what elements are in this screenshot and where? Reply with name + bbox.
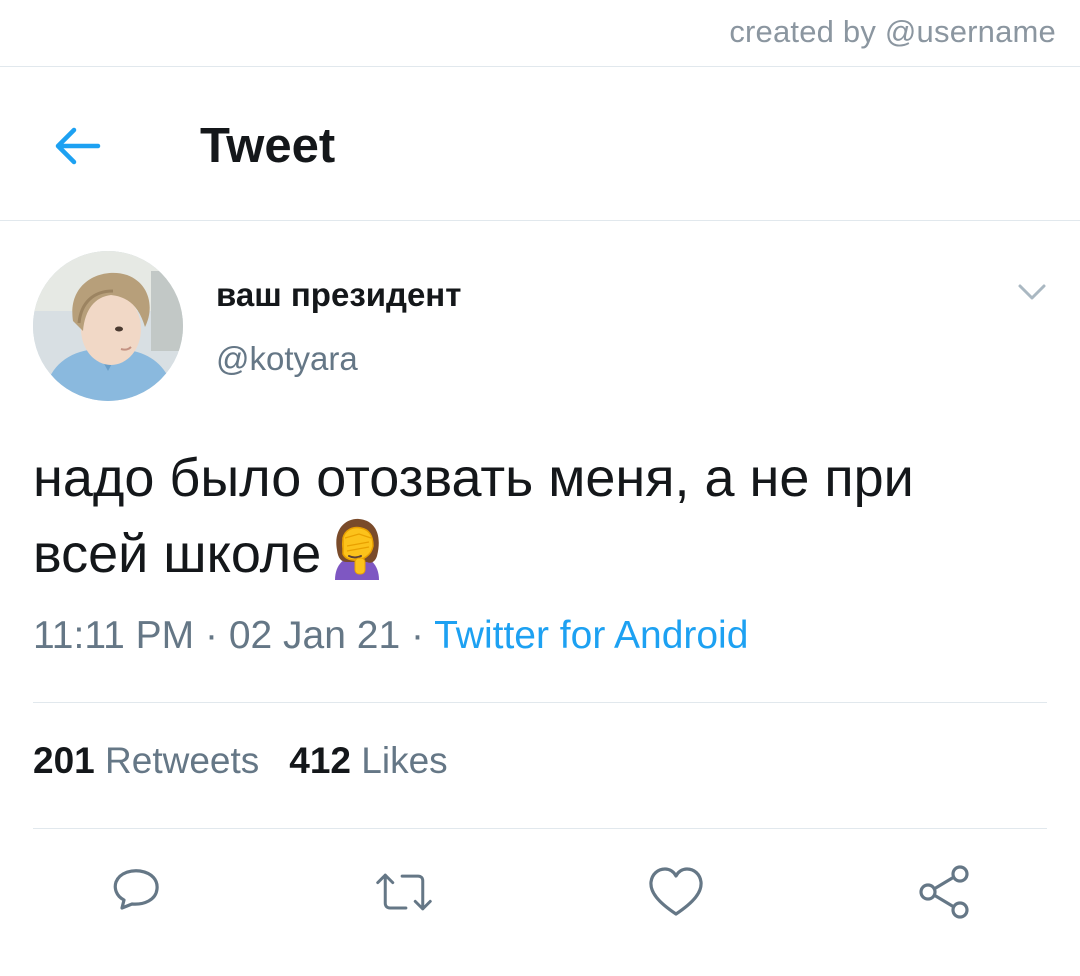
header-divider (0, 220, 1080, 221)
tweet-text: надо было отозвать меня, а не при всей ш… (33, 448, 914, 584)
page-title: Tweet (200, 119, 336, 173)
avatar-image (33, 251, 183, 401)
meta-separator: · (400, 614, 435, 657)
like-button[interactable] (646, 862, 706, 922)
user-handle[interactable]: @kotyara (216, 340, 358, 378)
more-options-button[interactable] (1012, 274, 1052, 310)
header-bar: Tweet (0, 68, 1080, 220)
share-icon (919, 865, 969, 919)
tweet-stats: 201 Retweets 412 Likes (33, 740, 448, 782)
top-divider (0, 66, 1080, 67)
likes-stat[interactable]: 412 Likes (289, 740, 447, 781)
meta-divider (33, 702, 1047, 703)
tweet-time: 11:11 PM (33, 614, 195, 657)
tweet-source-link[interactable]: Twitter for Android (434, 614, 748, 657)
reply-button[interactable] (106, 862, 166, 922)
tweet-meta: 11:11 PM · 02 Jan 21 · Twitter for Andro… (33, 614, 748, 658)
share-button[interactable] (914, 862, 974, 922)
retweets-stat[interactable]: 201 Retweets (33, 740, 259, 781)
retweets-label: Retweets (105, 740, 260, 781)
chevron-down-icon (1018, 284, 1046, 300)
back-button[interactable] (46, 120, 108, 172)
stats-divider (33, 828, 1047, 829)
reply-icon (113, 869, 159, 910)
display-name[interactable]: ваш президент (216, 276, 461, 314)
retweets-count: 201 (33, 740, 95, 781)
likes-count: 412 (289, 740, 351, 781)
woman-facepalming-icon (325, 516, 389, 600)
avatar[interactable] (33, 251, 183, 401)
arrow-left-icon (55, 127, 101, 165)
heart-icon (649, 867, 703, 916)
retweet-button[interactable] (374, 862, 434, 922)
meta-separator: · (194, 614, 229, 657)
tweet-date: 02 Jan 21 (228, 614, 401, 657)
likes-label: Likes (361, 740, 448, 781)
tweet-body: надо было отозвать меня, а не при всей ш… (33, 440, 1043, 600)
retweet-icon (376, 873, 432, 911)
watermark: created by @username (729, 14, 1056, 49)
